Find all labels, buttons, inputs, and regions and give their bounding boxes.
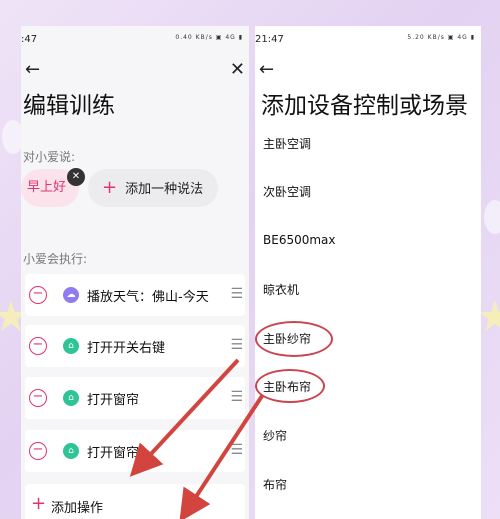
device-item[interactable]: 晾衣机	[263, 281, 299, 298]
back-arrow-icon[interactable]: ←	[25, 60, 40, 80]
edit-training-screen: :47 0.40 KB/s ▣ 4G ▮ ← ✕ 编辑训练 对小爱说: 早上好 …	[21, 26, 249, 519]
nav-bar: ←	[255, 60, 481, 80]
add-phrase-button[interactable]: + 添加一种说法	[88, 169, 218, 207]
say-section-label: 对小爱说:	[23, 150, 76, 164]
status-bar: :47 0.40 KB/s ▣ 4G ▮	[21, 34, 249, 48]
drag-handle-icon[interactable]: ☰	[230, 389, 243, 405]
add-action-button[interactable]: + 添加操作	[25, 484, 245, 519]
remove-action-icon[interactable]: −	[29, 442, 47, 460]
action-label: 打开开关右键	[87, 341, 166, 356]
page-title: 添加设备控制或场景	[261, 93, 468, 119]
status-bar: 21:47 5.20 KB/s ▣ 4G ▮	[255, 34, 481, 48]
plus-icon: +	[31, 493, 47, 514]
remove-action-icon[interactable]: −	[29, 337, 47, 355]
drag-handle-icon[interactable]: ☰	[230, 286, 243, 302]
star-decoration	[478, 300, 500, 331]
drag-handle-icon[interactable]: ☰	[230, 442, 243, 458]
action-row[interactable]: − ⌂ 打开窗帘 ☰	[25, 430, 245, 472]
status-icons: 0.40 KB/s ▣ 4G ▮	[175, 34, 243, 41]
action-label: 打开窗帘	[87, 446, 140, 461]
action-label: 打开窗帘	[87, 393, 140, 408]
device-item[interactable]: BE6500max	[263, 233, 336, 247]
device-item[interactable]: 纱帘	[263, 427, 287, 444]
add-phrase-label: 添加一种说法	[125, 182, 204, 197]
page-title: 编辑训练	[23, 93, 115, 119]
nav-bar: ← ✕	[21, 60, 249, 80]
add-device-screen: 21:47 5.20 KB/s ▣ 4G ▮ ← 添加设备控制或场景 主卧空调 …	[255, 26, 481, 519]
home-icon: ⌂	[63, 390, 79, 406]
remove-action-icon[interactable]: −	[29, 286, 47, 304]
highlight-circle	[255, 321, 333, 357]
plus-icon: +	[102, 177, 118, 198]
home-icon: ⌂	[63, 443, 79, 459]
action-row[interactable]: − ⌂ 打开开关右键 ☰	[25, 325, 245, 367]
device-item[interactable]: 次卧空调	[263, 183, 311, 200]
back-arrow-icon[interactable]: ←	[259, 60, 274, 80]
exec-section-label: 小爱会执行:	[23, 252, 88, 266]
status-time: 21:47	[255, 34, 284, 45]
remove-action-icon[interactable]: −	[29, 389, 47, 407]
drag-handle-icon[interactable]: ☰	[230, 337, 243, 353]
remove-phrase-icon[interactable]: ✕	[67, 168, 85, 186]
action-label: 播放天气：佛山-今天	[87, 290, 209, 305]
action-row[interactable]: − ⌂ 打开窗帘 ☰	[25, 377, 245, 419]
status-time: :47	[21, 34, 38, 45]
status-icons: 5.20 KB/s ▣ 4G ▮	[407, 34, 475, 41]
add-action-label: 添加操作	[51, 501, 104, 516]
cloud-decoration	[484, 200, 500, 234]
action-row[interactable]: − ☁ 播放天气：佛山-今天 ☰	[25, 274, 245, 316]
close-icon[interactable]: ✕	[230, 60, 245, 80]
highlight-circle	[255, 369, 325, 403]
weather-icon: ☁	[63, 287, 79, 303]
device-item[interactable]: 布帘	[263, 476, 287, 493]
device-item[interactable]: 主卧空调	[263, 135, 311, 152]
home-icon: ⌂	[63, 338, 79, 354]
